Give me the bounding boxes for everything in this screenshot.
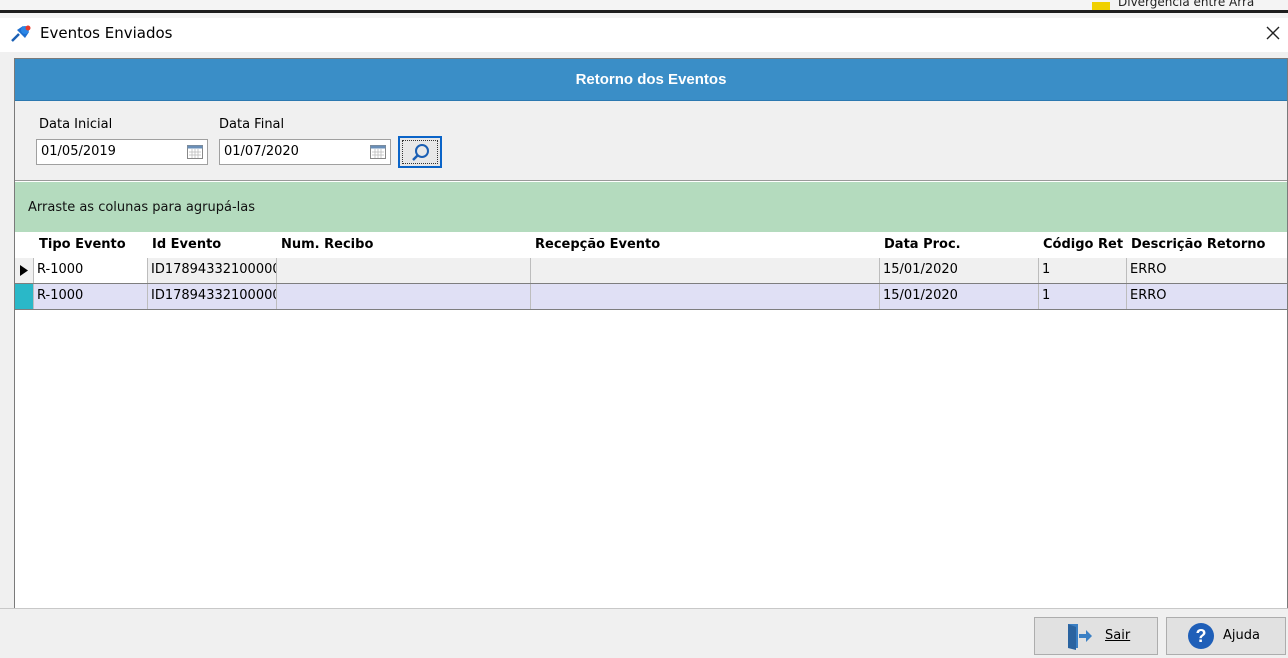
- page-title: Retorno dos Eventos: [575, 71, 727, 88]
- background-divider: [0, 10, 1288, 13]
- table-row[interactable]: R-1000 ID17894332100000 15/01/2020 1 ERR…: [15, 258, 1287, 284]
- data-final-value: 01/07/2020: [224, 144, 299, 159]
- cell-id-evento[interactable]: ID17894332100000: [148, 284, 277, 309]
- group-by-area[interactable]: Arraste as colunas para agrupá-las: [15, 182, 1287, 232]
- column-header-descricao-retorno[interactable]: Descrição Retorno: [1131, 237, 1288, 252]
- calendar-icon[interactable]: [370, 145, 386, 159]
- cell-tipo-evento[interactable]: R-1000: [34, 284, 148, 309]
- cell-data-proc[interactable]: 15/01/2020: [880, 258, 1039, 283]
- footer-bar: Sair ? Ajuda: [0, 608, 1288, 658]
- filter-bar: Data Inicial 01/05/2019 Data Final 01/07…: [15, 101, 1287, 181]
- background-text: Divergencia entre Arra: [1118, 0, 1255, 9]
- header-band: Retorno dos Eventos: [15, 59, 1287, 101]
- search-icon: [412, 144, 429, 161]
- cell-codigo-ret[interactable]: 1: [1039, 258, 1127, 283]
- warning-badge-icon: [1092, 2, 1110, 10]
- column-header-id-evento[interactable]: Id Evento: [152, 237, 276, 252]
- cell-id-evento[interactable]: ID17894332100000: [148, 258, 277, 283]
- grid-header: Tipo Evento Id Evento Num. Recibo Recepç…: [15, 232, 1287, 258]
- ajuda-label: Ajuda: [1223, 628, 1260, 643]
- sair-button[interactable]: Sair: [1034, 617, 1158, 655]
- close-icon[interactable]: [1262, 22, 1284, 44]
- svg-text:?: ?: [1196, 626, 1207, 646]
- column-header-num-recibo[interactable]: Num. Recibo: [281, 237, 531, 252]
- cell-num-recibo[interactable]: [277, 284, 531, 309]
- ajuda-button[interactable]: ? Ajuda: [1166, 617, 1286, 655]
- sair-label: Sair: [1105, 628, 1131, 643]
- cell-recepcao-evento[interactable]: [531, 284, 880, 309]
- column-header-tipo-evento[interactable]: Tipo Evento: [39, 237, 149, 252]
- data-inicial-value: 01/05/2019: [41, 144, 116, 159]
- group-hint: Arraste as colunas para agrupá-las: [28, 200, 255, 215]
- cell-recepcao-evento[interactable]: [531, 258, 880, 283]
- cell-descricao-retorno[interactable]: ERRO: [1127, 284, 1288, 309]
- cell-data-proc[interactable]: 15/01/2020: [880, 284, 1039, 309]
- calendar-icon[interactable]: [187, 145, 203, 159]
- main-panel: Retorno dos Eventos Data Inicial 01/05/2…: [14, 58, 1288, 608]
- search-button[interactable]: [398, 136, 442, 168]
- exit-door-icon: [1068, 624, 1092, 650]
- background-window-strip: Divergencia entre Arra: [0, 0, 1288, 18]
- data-inicial-label: Data Inicial: [39, 117, 113, 132]
- current-row-arrow-icon: [20, 265, 28, 276]
- cell-tipo-evento[interactable]: R-1000: [34, 258, 148, 283]
- window-title: Eventos Enviados: [40, 24, 173, 42]
- row-indicator[interactable]: [15, 258, 34, 283]
- data-final-field[interactable]: 01/07/2020: [219, 139, 391, 165]
- help-icon: ?: [1188, 623, 1214, 649]
- events-grid: Tipo Evento Id Evento Num. Recibo Recepç…: [15, 232, 1287, 608]
- cell-descricao-retorno[interactable]: ERRO: [1127, 258, 1288, 283]
- column-header-data-proc[interactable]: Data Proc.: [884, 237, 1039, 252]
- table-row[interactable]: R-1000 ID17894332100000 15/01/2020 1 ERR…: [15, 284, 1287, 310]
- column-header-recepcao-evento[interactable]: Recepção Evento: [535, 237, 880, 252]
- data-final-label: Data Final: [219, 117, 285, 132]
- column-header-codigo-ret[interactable]: Código Ret: [1043, 237, 1127, 252]
- title-bar: Eventos Enviados: [0, 18, 1288, 52]
- row-indicator[interactable]: [15, 284, 34, 309]
- eventos-enviados-dialog: Eventos Enviados Retorno dos Eventos Dat…: [0, 18, 1288, 658]
- data-inicial-field[interactable]: 01/05/2019: [36, 139, 208, 165]
- cell-num-recibo[interactable]: [277, 258, 531, 283]
- cell-codigo-ret[interactable]: 1: [1039, 284, 1127, 309]
- pushpin-icon: [11, 25, 31, 42]
